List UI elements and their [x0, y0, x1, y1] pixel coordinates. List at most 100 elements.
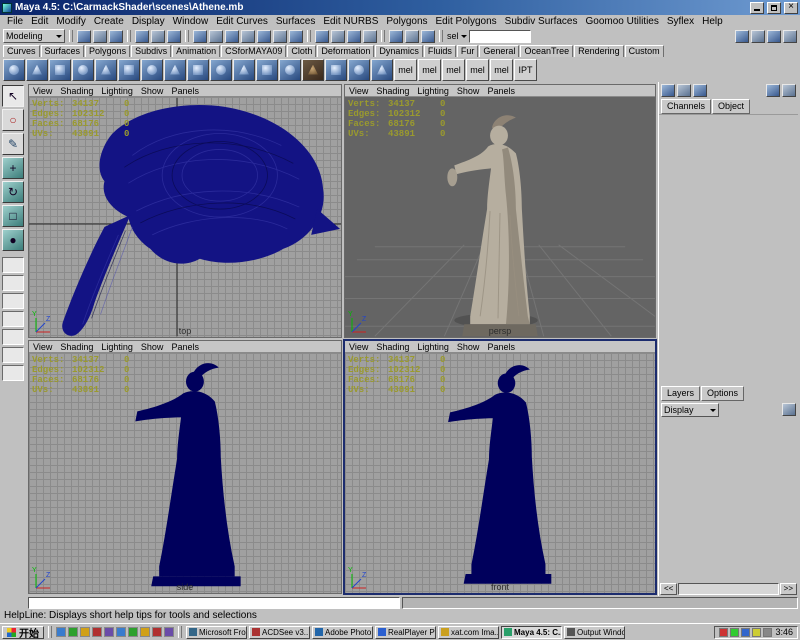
scrollbar-track[interactable] — [678, 583, 778, 595]
group-grip[interactable] — [69, 30, 73, 42]
nurbs-cylinder-icon[interactable] — [49, 59, 71, 81]
shelf-tab[interactable]: Custom — [625, 45, 664, 57]
poly-cube-icon[interactable] — [187, 59, 209, 81]
shelf-tab[interactable]: Animation — [172, 45, 220, 57]
viewport-front[interactable]: ViewShadingLightingShowPanels Verts: 341… — [344, 340, 656, 594]
shelf-tab[interactable]: Cloth — [287, 45, 316, 57]
poly-cylinder-icon[interactable] — [210, 59, 232, 81]
menu-item[interactable]: Edit Curves — [212, 16, 272, 27]
nurbs-torus-icon[interactable] — [118, 59, 140, 81]
layer-editor-icon[interactable] — [677, 84, 691, 97]
layout-four-panes[interactable] — [2, 311, 24, 327]
channel-sliders-icon[interactable] — [766, 84, 780, 97]
save-scene-icon[interactable] — [109, 30, 123, 43]
panel-tab[interactable]: Object — [712, 99, 750, 114]
channel-box-icon[interactable] — [661, 84, 675, 97]
title-bar[interactable]: Maya 4.5: C:\CarmackShader\scenes\Athene… — [0, 0, 800, 15]
taskbar-item[interactable]: Microsoft Fro... — [186, 626, 247, 639]
group-grip[interactable] — [381, 30, 385, 42]
shelf-tab[interactable]: Fluids — [424, 45, 456, 57]
list-output-icon[interactable] — [783, 30, 797, 43]
new-scene-icon[interactable] — [77, 30, 91, 43]
shelf-tab[interactable]: Fur — [457, 45, 479, 57]
list-input-icon[interactable] — [767, 30, 781, 43]
open-scene-icon[interactable] — [93, 30, 107, 43]
mask-joints-icon[interactable] — [209, 30, 223, 43]
menu-item[interactable]: Modify — [52, 16, 89, 27]
viewport-menu-item[interactable]: Panels — [487, 342, 515, 352]
layout-two-panes-stacked[interactable] — [2, 293, 24, 309]
quick-launch-icon-5[interactable] — [104, 627, 114, 637]
channel-box-body[interactable] — [659, 114, 798, 386]
ipr-render-icon[interactable] — [405, 30, 419, 43]
poly-sphere-icon[interactable] — [164, 59, 186, 81]
viewport-canvas-top[interactable]: Verts: 34137 0 Edges: 102312 0 Faces: 68… — [29, 97, 341, 337]
scale-tool-icon[interactable]: □ — [2, 205, 24, 227]
camera-icon[interactable] — [348, 59, 370, 81]
select-component-icon[interactable] — [167, 30, 181, 43]
mask-rendering-icon[interactable] — [289, 30, 303, 43]
start-button[interactable]: 开始 — [2, 626, 44, 639]
select-object-icon[interactable] — [151, 30, 165, 43]
group-grip[interactable] — [127, 30, 131, 42]
nurbs-plane-icon[interactable] — [95, 59, 117, 81]
menu-set-dropdown[interactable]: Modeling — [3, 29, 65, 43]
rotate-tool-icon[interactable]: ↻ — [2, 181, 24, 203]
viewport-menu-item[interactable]: Shading — [376, 86, 409, 96]
shelf-tab[interactable]: CSforMAYA09 — [221, 45, 286, 57]
taskbar-item[interactable]: ACDSee v3... — [249, 626, 310, 639]
viewport-menu-item[interactable]: View — [349, 86, 368, 96]
mel-script-button[interactable]: IPT — [514, 59, 537, 81]
menu-item[interactable]: Surfaces — [272, 16, 319, 27]
taskbar-grip[interactable] — [48, 626, 52, 638]
light-icon[interactable] — [371, 59, 393, 81]
mask-surfaces-icon[interactable] — [241, 30, 255, 43]
channel-layer-split-icon[interactable] — [693, 84, 707, 97]
menu-item[interactable]: File — [3, 16, 27, 27]
nurbs-sphere-icon[interactable] — [3, 59, 25, 81]
poly-torus-icon[interactable] — [279, 59, 301, 81]
viewport-canvas-side[interactable]: Verts: 34137 0 Edges: 102312 0 Faces: 68… — [29, 353, 341, 593]
paint-select-tool-icon[interactable]: ✎ — [2, 133, 24, 155]
snap-point-icon[interactable] — [347, 30, 361, 43]
menu-item[interactable]: Help — [698, 16, 727, 27]
layout-two-panes-side[interactable] — [2, 275, 24, 291]
command-line-input[interactable] — [28, 597, 400, 609]
quick-launch-icon-6[interactable] — [116, 627, 126, 637]
viewport-menu-item[interactable]: Panels — [171, 86, 199, 96]
quick-launch-icon-3[interactable] — [80, 627, 90, 637]
viewport-menu-item[interactable]: Lighting — [101, 86, 133, 96]
viewport-menu-item[interactable]: Show — [457, 342, 480, 352]
render-globals-icon[interactable] — [389, 30, 403, 43]
scroll-left-button[interactable]: << — [660, 583, 677, 595]
select-hierarchy-icon[interactable] — [135, 30, 149, 43]
taskbar-item[interactable]: Output Window — [564, 626, 625, 639]
menu-item[interactable]: Create — [90, 16, 128, 27]
nurbs-cone-icon[interactable] — [72, 59, 94, 81]
viewport-canvas-persp[interactable]: Verts: 34137 0 Edges: 102312 0 Faces: 68… — [345, 97, 655, 337]
viewport-menu-item[interactable]: Show — [141, 86, 164, 96]
viewport-menu-item[interactable]: View — [349, 342, 368, 352]
layer-list-body[interactable] — [659, 418, 798, 582]
layer-display-dropdown[interactable]: Display — [661, 403, 719, 417]
layer-edit-icon[interactable] — [782, 403, 796, 416]
tray-icon-1[interactable] — [719, 628, 728, 637]
show-manipulator-icon[interactable] — [751, 30, 765, 43]
taskbar-item[interactable]: xat.com Ima... — [438, 626, 499, 639]
chevron-down-icon[interactable] — [461, 35, 467, 41]
restore-button[interactable] — [767, 2, 781, 14]
shelf-tab[interactable]: Dynamics — [375, 45, 423, 57]
taskbar-item[interactable]: Adobe Photo... — [312, 626, 373, 639]
texture-sample-icon[interactable] — [302, 59, 324, 81]
viewport-persp[interactable]: ViewShadingLightingShowPanels — [344, 84, 656, 338]
taskbar-item[interactable]: Maya 4.5: C... — [501, 626, 562, 639]
viewport-menu-item[interactable]: Panels — [171, 342, 199, 352]
shelf-tab[interactable]: Rendering — [574, 45, 624, 57]
poly-plane-icon[interactable] — [256, 59, 278, 81]
construction-history-icon[interactable] — [735, 30, 749, 43]
panel-tab[interactable]: Options — [701, 386, 744, 401]
nurbs-circle-icon[interactable] — [141, 59, 163, 81]
tray-icon-4[interactable] — [752, 628, 761, 637]
viewport-menu-item[interactable]: Lighting — [417, 342, 449, 352]
poly-cone-icon[interactable] — [233, 59, 255, 81]
